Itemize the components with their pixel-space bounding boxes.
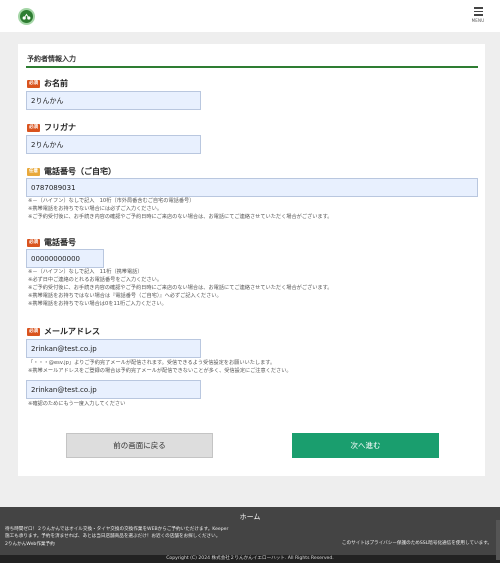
kana-label-row: 必須 フリガナ — [27, 122, 76, 133]
privacy-notice: このサイトはプライバシー保護のためSSL暗号化通信を使用しています。 — [341, 541, 492, 546]
required-badge: 必須 — [27, 327, 40, 336]
home-phone-label: 電話番号（ご自宅） — [44, 167, 116, 176]
mobile-phone-input[interactable]: 00000000000 — [26, 249, 104, 268]
name-label: お名前 — [44, 79, 68, 88]
footer-home-link[interactable]: ホーム — [0, 512, 500, 522]
name-input[interactable]: 2りんかん — [26, 91, 201, 110]
home-phone-input[interactable]: 0787089031 — [26, 178, 478, 197]
mobile-phone-note: ※携帯電話をお持ちではない場合は『電話番号（ご自宅）』へ必ずご記入ください。 — [28, 293, 222, 299]
required-badge: 必須 — [27, 79, 40, 88]
email-note: ※携帯メールアドレスをご登録の場合は予約完了メールが配信できないことが多く、受信… — [28, 368, 292, 374]
email-input[interactable]: 2rinkan@test.co.jp — [26, 339, 201, 358]
name-label-row: 必須 お名前 — [27, 78, 68, 89]
mobile-phone-note: ※－（ハイフン）なしで記入 11桁（携帯電話） — [28, 269, 143, 275]
side-tab[interactable] — [496, 520, 500, 560]
menu-button[interactable]: MENU — [470, 7, 486, 27]
mobile-phone-label-row: 必須 電話番号 — [27, 237, 76, 248]
home-phone-note: ※ご予約受付後に、お手続き内容の確認やご予約日時にご来店のない場合は、お電話にて… — [28, 214, 333, 220]
email-confirm-note: ※確認のためにもう一度入力してください — [28, 401, 126, 407]
mobile-phone-note: ※携帯電話をお持ちでない場合は0を11桁ご入力ください。 — [28, 301, 167, 307]
email-label-row: 必須 メールアドレス — [27, 326, 100, 337]
site-footer: ホーム 待ち時間ゼロ！２りんかんではオイル交換・タイヤ交換の交換作業をWEBから… — [0, 507, 500, 563]
section-divider — [26, 66, 478, 68]
footer-info-line: 待ち時間ゼロ！２りんかんではオイル交換・タイヤ交換の交換作業をWEBからご予約い… — [5, 527, 229, 532]
required-badge: 必須 — [27, 238, 40, 247]
mobile-phone-label: 電話番号 — [44, 238, 76, 247]
email-label: メールアドレス — [44, 327, 100, 336]
kana-label: フリガナ — [44, 123, 76, 132]
next-button[interactable]: 次へ進む — [292, 433, 439, 458]
kana-input[interactable]: 2りんかん — [26, 135, 201, 154]
logo-icon[interactable] — [18, 8, 35, 25]
footer-info-line: 施工も承ります。予約を済ませれば、あとは当日店舗商品を選ぶだけ！お近くの店舗をお… — [5, 534, 221, 540]
footer-info: 待ち時間ゼロ！２りんかんではオイル交換・タイヤ交換の交換作業をWEBからご予約い… — [5, 526, 228, 548]
home-phone-note: ※携帯電話をお持ちでない場合には必ずご入力ください。 — [28, 206, 163, 212]
site-header: MENU — [0, 0, 500, 32]
email-confirm-input[interactable]: 2rinkan@test.co.jp — [26, 380, 201, 399]
footer-info-line: 2りんかんWeb作業予約 — [5, 541, 55, 547]
reservation-form: 予約者情報入力 必須 お名前 2りんかん 必須 フリガナ 2りんかん 任意 電話… — [18, 44, 485, 476]
back-button[interactable]: 前の画面に戻る — [66, 433, 213, 458]
mobile-phone-note: ※ご予約受付後に、お手続き内容の確認やご予約日時にご来店のない場合は、お電話にて… — [28, 285, 333, 291]
mobile-phone-note: ※必ず日中ご連絡のとれるお電話番号をご入力ください。 — [28, 277, 163, 283]
email-note: 「・・・@esv.jp」よりご予約完了メールが配信されます。受信できるよう受信設… — [28, 360, 276, 366]
home-phone-note: ※－（ハイフン）なしで記入 10桁（市外局番含むご自宅の電話番号） — [28, 198, 195, 204]
hamburger-icon — [473, 7, 483, 9]
optional-badge: 任意 — [27, 167, 40, 176]
home-phone-label-row: 任意 電話番号（ご自宅） — [27, 166, 116, 177]
copyright: Copyright (C) 2024 株式会社２りんかんイエローハット. All… — [0, 555, 500, 563]
section-title: 予約者情報入力 — [27, 55, 76, 63]
menu-label: MENU — [471, 17, 485, 23]
required-badge: 必須 — [27, 123, 40, 132]
